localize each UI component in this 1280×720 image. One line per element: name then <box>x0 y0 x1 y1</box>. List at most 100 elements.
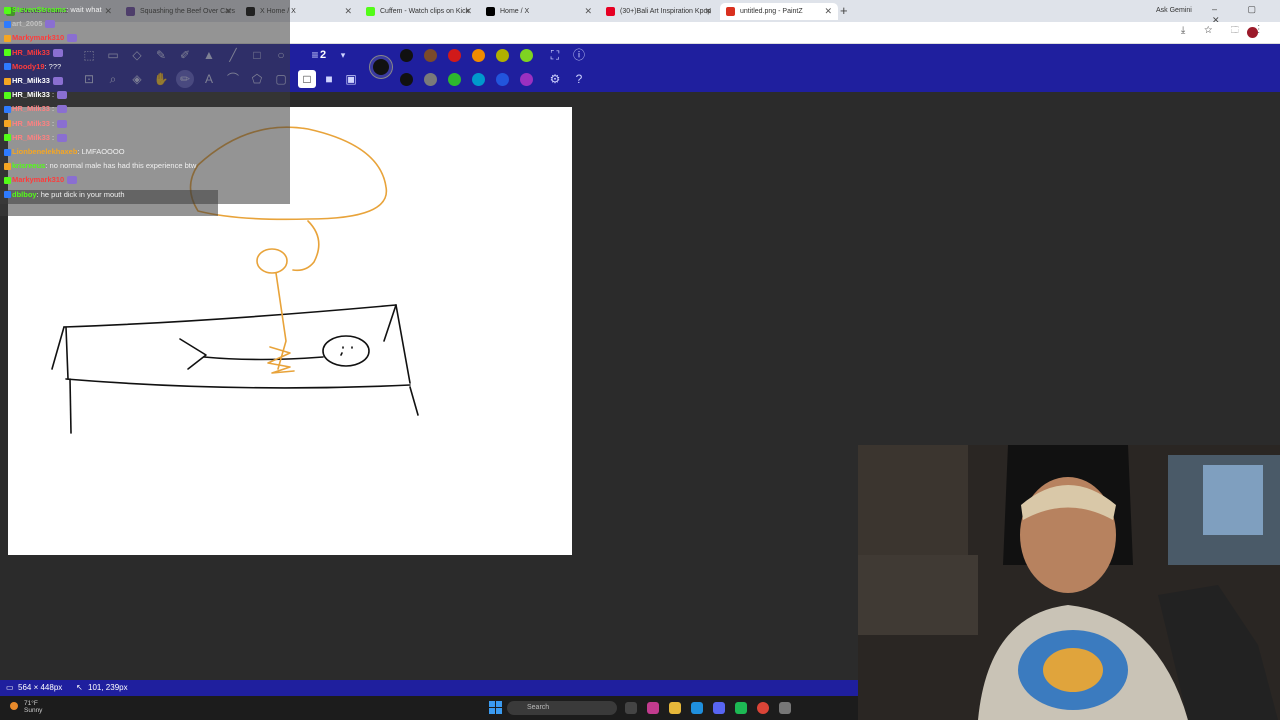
start-button[interactable] <box>489 701 502 714</box>
tab-close-icon[interactable]: ✕ <box>704 3 712 20</box>
tab-label: untitled.png - PaintZ <box>740 8 803 15</box>
chat-badge-icon <box>4 20 11 28</box>
tab-label: Cuffem - Watch clips on Kick <box>380 8 470 15</box>
chat-emote-icon <box>45 20 56 29</box>
taskbar-search[interactable]: Search <box>507 701 617 715</box>
chat-message: dblboy: he put dick in your mouth <box>4 189 125 201</box>
app-icon[interactable] <box>647 702 659 714</box>
palette-swatch[interactable] <box>424 73 437 86</box>
chat-username[interactable]: StevenStreams <box>12 5 66 14</box>
file-explorer-icon[interactable] <box>669 702 681 714</box>
chat-text: : <box>49 90 55 100</box>
canvas-size-icon: ▭ <box>6 683 14 692</box>
chat-message: art_2005 <box>4 18 56 30</box>
chat-text: : ??? <box>44 61 62 71</box>
settings-gear-icon[interactable]: ⚙ <box>546 70 564 88</box>
chat-message: Markymark310 <box>4 32 78 44</box>
chat-emote-icon <box>52 77 63 86</box>
weather-widget[interactable]: 71°F Sunny <box>24 700 42 714</box>
chat-username[interactable]: dblboy <box>12 190 37 199</box>
palette-swatch[interactable] <box>424 49 437 62</box>
tab-close-icon[interactable]: ✕ <box>464 3 472 20</box>
tab-close-icon[interactable]: ✕ <box>584 3 592 20</box>
chat-username[interactable]: art_2005 <box>12 19 42 28</box>
edge-icon[interactable] <box>691 702 703 714</box>
spotify-icon[interactable] <box>735 702 747 714</box>
current-color[interactable] <box>370 56 392 78</box>
chat-username[interactable]: Markymark310 <box>12 33 64 42</box>
chat-message: Markymark310 <box>4 174 78 186</box>
chat-message: HR_Milk33 : <box>4 118 68 130</box>
palette-swatch[interactable] <box>520 49 533 62</box>
chat-username[interactable]: Moody19 <box>12 62 45 71</box>
bed-leg-left <box>69 378 72 434</box>
help-icon[interactable]: ? <box>570 70 588 88</box>
chrome-icon[interactable] <box>757 702 769 714</box>
task-view-icon[interactable] <box>625 702 637 714</box>
weather-desc: Sunny <box>24 707 43 714</box>
chat-emote-icon <box>67 176 78 185</box>
new-tab-button[interactable]: + <box>840 3 848 18</box>
info-icon[interactable]: ⓘ <box>570 46 588 64</box>
chat-username[interactable]: HR_Milk33 <box>12 90 50 99</box>
chat-username[interactable]: HR_Milk33 <box>12 104 50 113</box>
chat-username[interactable]: HR_Milk33 <box>12 76 50 85</box>
chat-badge-icon <box>4 191 11 199</box>
chat-username[interactable]: Markymark310 <box>12 175 64 184</box>
tab-close-icon[interactable]: ✕ <box>824 3 832 20</box>
chat-username[interactable]: HR_Milk33 <box>12 133 50 142</box>
fill-mode-fill-icon[interactable]: ■ <box>320 70 338 88</box>
browser-tab[interactable]: (30+)Bali Art Inspiration Kpop ✕ <box>600 3 718 20</box>
chat-username[interactable]: HR_Milk33 <box>12 48 50 57</box>
obs-icon[interactable] <box>779 702 791 714</box>
chat-badge-icon <box>4 162 11 170</box>
chat-message: HR_Milk33 <box>4 75 63 87</box>
tab-favicon <box>606 7 615 16</box>
fullscreen-icon[interactable]: ⛶ <box>546 46 564 64</box>
ask-gemini-button[interactable]: Ask Gemini <box>1150 4 1198 18</box>
fill-mode-both-icon[interactable]: ▣ <box>342 70 360 88</box>
chat-badge-icon <box>4 120 11 128</box>
windows-taskbar <box>0 696 858 720</box>
palette-swatch[interactable] <box>448 73 461 86</box>
palette-swatch[interactable] <box>400 49 413 62</box>
palette-swatch[interactable] <box>472 73 485 86</box>
profile-avatar[interactable] <box>1247 27 1258 38</box>
thought-string <box>275 272 287 370</box>
webcam-feed <box>858 445 1280 720</box>
chat-text: : no normal male has had this experience… <box>45 161 197 171</box>
tab-close-icon[interactable]: ✕ <box>344 3 352 20</box>
palette-swatch[interactable] <box>520 73 533 86</box>
chat-badge-icon <box>4 6 11 14</box>
size-dropdown-icon[interactable]: ▾ <box>334 46 352 64</box>
chat-username[interactable]: Lionbenelekhaxeb <box>12 147 77 156</box>
face-mouth <box>340 352 343 356</box>
chat-text: : wait what <box>66 5 102 14</box>
chat-badge-icon <box>4 105 11 113</box>
palette-swatch[interactable] <box>472 49 485 62</box>
discord-icon[interactable] <box>713 702 725 714</box>
fill-mode-outline-icon[interactable]: □ <box>298 70 316 88</box>
cursor-position: 101, 239px <box>88 683 128 692</box>
chat-message: HR_Milk33 : <box>4 103 68 115</box>
chat-username[interactable]: HR_Milk33 <box>12 119 50 128</box>
palette-swatch[interactable] <box>448 49 461 62</box>
browser-tab[interactable]: Cuffem - Watch clips on Kick ✕ <box>360 3 478 20</box>
bed-right-edge <box>383 304 397 342</box>
bed-bottom-edge <box>65 378 411 389</box>
palette-swatch[interactable] <box>496 73 509 86</box>
brush-size-value[interactable]: 2 <box>320 49 326 61</box>
webcam-image <box>858 445 1280 720</box>
browser-tab[interactable]: untitled.png - PaintZ ✕ <box>720 3 838 20</box>
palette-swatch[interactable] <box>400 73 413 86</box>
chat-message: Moody19: ??? <box>4 61 61 73</box>
thought-link <box>292 220 320 272</box>
chat-text: : LMFAOOOO <box>77 147 125 156</box>
face-eyes <box>342 346 353 349</box>
chat-message: Lionbenelekhaxeb: LMFAOOOO <box>4 146 125 158</box>
chat-username[interactable]: krisreeus <box>12 161 45 170</box>
browser-tab[interactable]: Home / X ✕ <box>480 3 598 20</box>
chat-badge-icon <box>4 91 11 99</box>
palette-swatch[interactable] <box>496 49 509 62</box>
chat-badge-icon <box>4 63 11 71</box>
